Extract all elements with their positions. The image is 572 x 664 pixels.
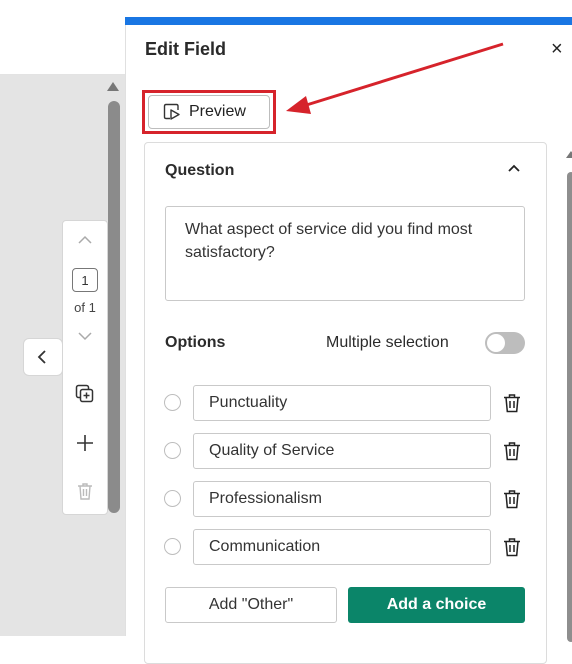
multiple-selection-toggle[interactable] <box>485 332 525 354</box>
add-choice-button[interactable]: Add a choice <box>348 587 525 623</box>
preview-label: Preview <box>189 103 246 120</box>
option-input[interactable]: Quality of Service <box>193 433 491 469</box>
option-radio[interactable] <box>164 538 181 555</box>
edit-field-panel: Edit Field × Preview Question What aspec… <box>125 25 572 664</box>
duplicate-page-button[interactable] <box>63 384 107 404</box>
trash-icon[interactable] <box>503 537 521 557</box>
page-navigator: 1 of 1 <box>62 220 108 515</box>
option-radio[interactable] <box>164 490 181 507</box>
collapse-button[interactable] <box>23 338 63 376</box>
question-card: Question What aspect of service did you … <box>144 142 547 664</box>
question-section-title: Question <box>165 162 235 179</box>
trash-icon <box>78 483 92 500</box>
preview-icon <box>163 103 180 120</box>
panel-title: Edit Field <box>145 39 226 59</box>
trash-icon[interactable] <box>503 441 521 461</box>
previous-page-button[interactable] <box>63 235 107 245</box>
options-section-title: Options <box>165 334 226 351</box>
current-page-input[interactable]: 1 <box>72 268 98 292</box>
trash-icon[interactable] <box>503 489 521 509</box>
duplicate-icon <box>75 384 94 403</box>
chevron-up-icon[interactable] <box>507 162 521 174</box>
panel-accent-bar <box>125 17 572 25</box>
question-textarea[interactable]: What aspect of service did you find most… <box>165 206 525 301</box>
option-input[interactable]: Punctuality <box>193 385 491 421</box>
option-row: Punctuality <box>163 385 533 423</box>
panel-scrollbar[interactable] <box>567 172 572 642</box>
canvas-header <box>0 0 125 75</box>
page-count-label: of 1 <box>74 300 96 315</box>
multiple-selection-label: Multiple selection <box>326 334 449 351</box>
option-radio[interactable] <box>164 442 181 459</box>
option-input[interactable]: Communication <box>193 529 491 565</box>
chevron-left-icon <box>37 350 46 364</box>
add-page-button[interactable] <box>63 434 107 452</box>
panel-scroll-up-arrow[interactable] <box>566 151 572 158</box>
delete-page-button[interactable] <box>63 482 107 500</box>
option-radio[interactable] <box>164 394 181 411</box>
toggle-knob <box>487 334 505 352</box>
chevron-up-icon <box>78 235 92 244</box>
chevron-down-icon <box>78 332 92 341</box>
option-row: Quality of Service <box>163 433 533 471</box>
close-icon[interactable]: × <box>551 39 563 59</box>
option-row: Professionalism <box>163 481 533 519</box>
option-input[interactable]: Professionalism <box>193 481 491 517</box>
plus-icon <box>77 435 93 451</box>
trash-icon[interactable] <box>503 393 521 413</box>
canvas-scrollbar[interactable] <box>108 101 120 513</box>
scroll-up-arrow[interactable] <box>107 82 119 91</box>
add-other-button[interactable]: Add "Other" <box>165 587 337 623</box>
option-row: Communication <box>163 529 533 567</box>
preview-button[interactable]: Preview <box>148 95 270 129</box>
next-page-button[interactable] <box>63 331 107 341</box>
